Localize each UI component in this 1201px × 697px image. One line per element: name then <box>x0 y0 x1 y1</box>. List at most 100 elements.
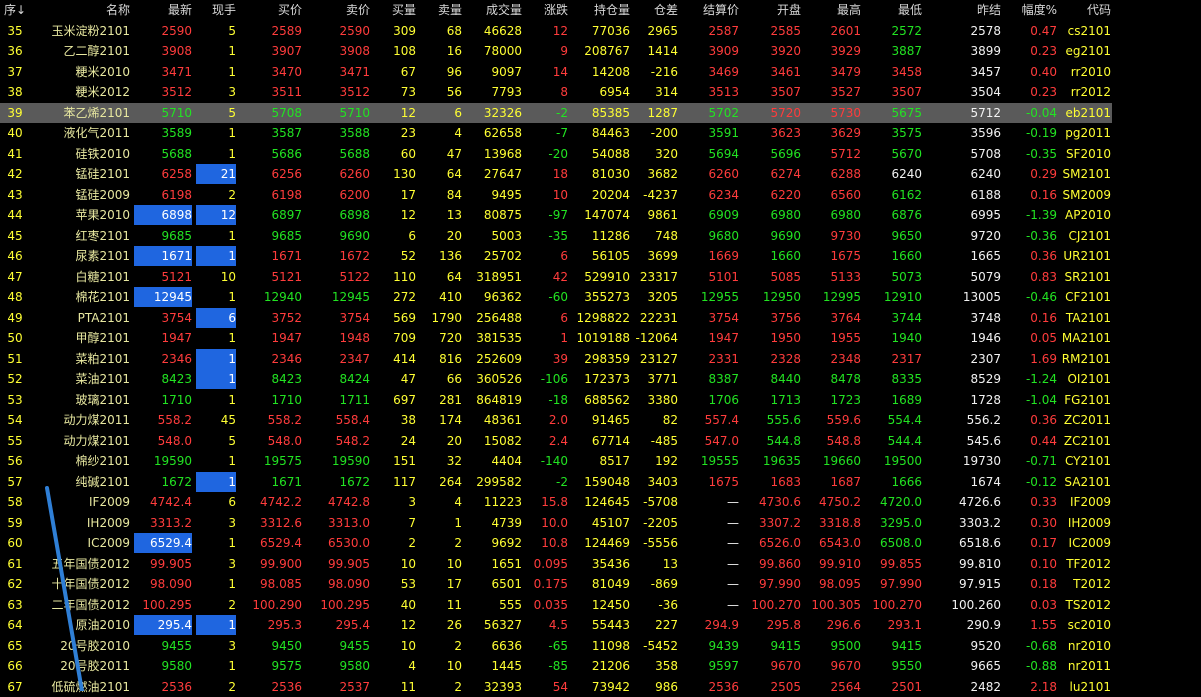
cell-code: CF2101 <box>1065 290 1111 305</box>
cell-settle: — <box>727 536 739 551</box>
table-row[interactable]: 51 菜粕2101 2346 1 2346 2347 414 816 252609 39 29835… <box>0 348 1112 369</box>
cell-high: 1687 <box>830 474 861 489</box>
cell-change: 2.4 <box>548 433 568 448</box>
cell-name: 五年国债2012 <box>51 556 130 571</box>
cell-low: 5670 <box>891 146 922 161</box>
table-row[interactable]: 64 原油2010 295.4 1 295.3 295.4 12 26 56327 4.5 5544… <box>0 615 1112 636</box>
table-row[interactable]: 59 IH2009 3313.2 3 3312.6 3313.0 7 1 4739 10.0 451… <box>0 513 1112 533</box>
cell-open: 19635 <box>762 454 801 469</box>
table-row[interactable]: 37 粳米2010 3471 1 3470 3471 67 96 9097 14 14208 -216… <box>0 62 1112 82</box>
table-row[interactable]: 57 纯碱2101 1672 1 1671 1672 117 264 299582 -2 15904… <box>0 471 1112 492</box>
cell-high: 3929 <box>830 44 861 59</box>
header-settle[interactable]: 结算价 <box>682 0 739 20</box>
table-row[interactable]: 46 尿素2101 1671 1 1671 1672 52 136 25702 6 56105 369… <box>0 246 1112 267</box>
cell-ask-vol: 410 <box>439 290 462 305</box>
table-row[interactable]: 48 棉花2101 12945 1 12940 12945 272 410 96362 -60 35… <box>0 287 1112 308</box>
cell-volume: 1445 <box>491 659 522 674</box>
cell-last-vol: 3 <box>228 638 236 653</box>
cell-last-vol: 3 <box>228 556 236 571</box>
table-row[interactable]: 47 白糖2101 5121 10 5121 5122 110 64 318951 42 52991… <box>0 267 1112 287</box>
cell-open: 3507 <box>770 85 801 100</box>
cell-settle: — <box>727 495 739 510</box>
cell-bid: 5686 <box>271 146 302 161</box>
table-row[interactable]: 66 20号胶2011 9580 1 9575 9580 4 10 1445 -85 21206 35… <box>0 656 1112 676</box>
cell-high: 9730 <box>830 228 861 243</box>
table-row[interactable]: 58 IF2009 4742.4 6 4742.2 4742.8 3 4 11223 15.8 12… <box>0 492 1112 512</box>
header-change[interactable]: 涨跌 <box>526 0 568 20</box>
table-row[interactable]: 63 二年国债2012 100.295 2 100.290 100.295 40 11 555 0… <box>0 595 1112 615</box>
cell-ask: 98.090 <box>328 577 370 592</box>
cell-oi-change: 227 <box>655 618 678 633</box>
table-row[interactable]: 65 20号胶2010 9455 3 9450 9455 10 2 6636 -65 11098 -5… <box>0 636 1112 656</box>
header-ask[interactable]: 卖价 <box>306 0 370 20</box>
cell-oi-change: -36 <box>658 597 678 612</box>
header-code[interactable]: 代码 <box>1061 0 1111 20</box>
cell-bid: 9685 <box>271 228 302 243</box>
cell-change: -35 <box>548 228 568 243</box>
table-row[interactable]: 42 锰硅2101 6258 21 6256 6260 130 64 27647 18 81030 3… <box>0 164 1112 185</box>
table-row[interactable]: 54 动力煤2011 558.2 45 558.2 558.4 38 174 48361 2.0 9… <box>0 410 1112 430</box>
table-row[interactable]: 45 红枣2101 9685 1 9685 9690 6 20 5003 -35 11286 748 9… <box>0 226 1112 246</box>
table-row[interactable]: 60 IC2009 6529.4 1 6529.4 6530.0 2 2 9692 10.8 124… <box>0 533 1112 554</box>
cell-bid: 295.3 <box>267 618 302 633</box>
table-row[interactable]: 41 硅铁2010 5688 1 5686 5688 60 47 13968 -20 54088 32… <box>0 144 1112 164</box>
cell-pct-change: -0.68 <box>1025 638 1057 653</box>
header-open[interactable]: 开盘 <box>743 0 801 20</box>
futures-quote-table[interactable]: 序↓ 名称 最新 现手 买价 卖价 买量 卖量 成交量 涨跌 持仓量 仓差 结算价 开盘 最高 最低 昨结 幅度%… <box>0 0 1201 694</box>
cell-volume: 15082 <box>483 433 522 448</box>
cell-volume: 555 <box>499 597 522 612</box>
cell-open-interest: 1298822 <box>576 310 630 325</box>
header-prev-settle[interactable]: 昨结 <box>926 0 1001 20</box>
header-bid-vol[interactable]: 买量 <box>374 0 416 20</box>
cell-low: 2317 <box>891 351 922 366</box>
header-low[interactable]: 最低 <box>865 0 922 20</box>
header-high[interactable]: 最高 <box>805 0 861 20</box>
table-row[interactable]: 52 菜油2101 8423 1 8423 8424 47 66 360526 -106 17237… <box>0 369 1112 390</box>
cell-code: rr2010 <box>1070 64 1111 79</box>
cell-bid: 2589 <box>271 23 302 38</box>
table-row[interactable]: 67 低硫燃油2101 2536 2 2536 2537 11 2 32393 54 73942 98… <box>0 677 1112 697</box>
header-bid[interactable]: 买价 <box>240 0 302 20</box>
table-row[interactable]: 62 十年国债2012 98.090 1 98.085 98.090 53 17 6501 0.1… <box>0 574 1112 594</box>
cell-change: 0.175 <box>533 577 568 592</box>
cell-bid: 3312.6 <box>260 515 302 530</box>
table-row[interactable]: 38 粳米2012 3512 3 3511 3512 73 56 7793 8 6954 314 351… <box>0 82 1112 102</box>
table-row[interactable]: 53 玻璃2101 1710 1 1710 1711 697 281 864819 -18 6885… <box>0 390 1112 410</box>
table-row[interactable]: 56 棉纱2101 19590 1 19575 19590 151 32 4404 -140 851… <box>0 451 1112 471</box>
cell-oi-change: 1414 <box>647 44 678 59</box>
cell-name: 锰硅2101 <box>75 167 130 182</box>
header-ask-vol[interactable]: 卖量 <box>420 0 462 20</box>
cell-code: nr2010 <box>1067 638 1111 653</box>
cell-volume: 48361 <box>483 413 522 428</box>
cell-oi-change: 1287 <box>647 105 678 120</box>
header-rank[interactable]: 序↓ <box>0 0 30 20</box>
cell-open-interest: 529910 <box>584 269 630 284</box>
header-open-interest[interactable]: 持仓量 <box>572 0 630 20</box>
cell-change: 14 <box>552 64 568 79</box>
table-row[interactable]: 44 苹果2010 6898 12 6897 6898 12 13 80875 -97 147074… <box>0 205 1112 226</box>
cell-ask: 12945 <box>331 290 370 305</box>
header-oi-change[interactable]: 仓差 <box>634 0 678 20</box>
table-row[interactable]: 61 五年国债2012 99.905 3 99.900 99.905 10 10 1651 0.0… <box>0 554 1112 574</box>
cell-ask: 6260 <box>339 167 370 182</box>
cell-pct-change: 0.33 <box>1030 495 1057 510</box>
header-pct-change[interactable]: 幅度% <box>1005 0 1057 20</box>
table-row[interactable]: 39 苯乙烯2101 5710 5 5708 5710 12 6 32326 -2 85385 128… <box>0 102 1112 123</box>
table-row[interactable]: 55 动力煤2101 548.0 5 548.0 548.2 24 20 15082 2.4 677… <box>0 431 1112 451</box>
table-row[interactable]: 35 玉米淀粉2101 2590 5 2589 2590 309 68 46628 12 77036… <box>0 21 1112 41</box>
table-row[interactable]: 49 PTA2101 3754 6 3752 3754 569 1790 256488 6 1298… <box>0 307 1112 328</box>
cell-open-interest: 11286 <box>591 228 630 243</box>
table-row[interactable]: 40 液化气2011 3589 1 3587 3588 23 4 62658 -7 84463 -20… <box>0 123 1112 143</box>
cell-prev-settle: 3504 <box>970 85 1001 100</box>
table-row[interactable]: 36 乙二醇2101 3908 1 3907 3908 108 16 78000 9 208767 1… <box>0 41 1112 61</box>
cell-ask-vol: 20 <box>446 433 462 448</box>
header-volume[interactable]: 成交量 <box>466 0 522 20</box>
table-row[interactable]: 43 锰硅2009 6198 2 6198 6200 17 84 9495 10 20204 -423… <box>0 185 1112 205</box>
cell-volume: 318951 <box>476 269 522 284</box>
header-name[interactable]: 名称 <box>30 0 130 20</box>
header-last-vol[interactable]: 现手 <box>196 0 236 20</box>
cell-pct-change: 1.69 <box>1030 351 1057 366</box>
header-last[interactable]: 最新 <box>134 0 192 20</box>
cell-ask-vol: 20 <box>446 228 462 243</box>
table-row[interactable]: 50 甲醇2101 1947 1 1947 1948 709 720 381535 1 101918… <box>0 328 1112 348</box>
